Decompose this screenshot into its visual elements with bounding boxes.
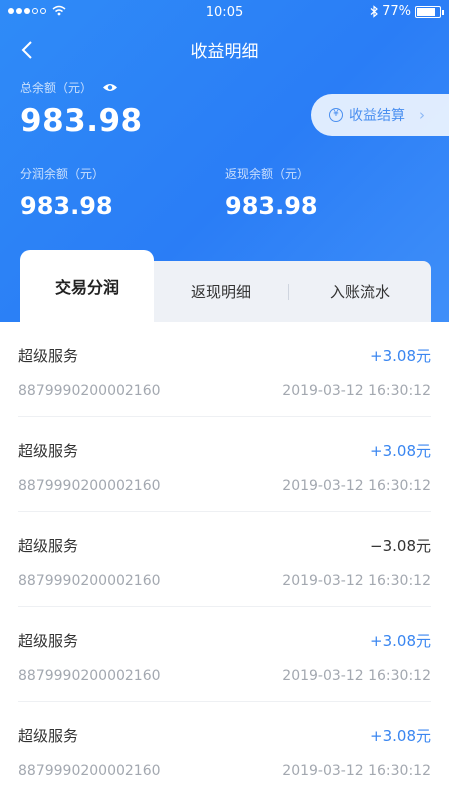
status-right: 77% — [370, 4, 444, 19]
tab-trade-share[interactable]: 交易分润 — [20, 250, 154, 322]
record-title: 超级服务 — [18, 537, 79, 555]
tab-income-flow[interactable]: 入账流水 — [289, 261, 431, 322]
total-balance-label: 总余额（元） — [20, 81, 93, 95]
list-item[interactable]: 超级服务 +3.08元 8879990200002160 2019-03-12 … — [18, 607, 431, 702]
page-title: 收益明细 — [190, 42, 259, 62]
record-amount: +3.08元 — [370, 632, 431, 650]
record-title: 超级服务 — [18, 442, 79, 460]
bluetooth-icon — [370, 5, 379, 18]
battery-icon — [415, 5, 444, 18]
list-item[interactable]: 超级服务 +3.08元 8879990200002160 2019-03-12 … — [18, 702, 431, 797]
record-amount: +3.08元 — [370, 442, 431, 460]
record-id: 8879990200002160 — [18, 668, 161, 684]
total-balance-amount: 983.98 — [20, 103, 143, 139]
settle-label: 收益结算 — [349, 108, 405, 124]
record-id: 8879990200002160 — [18, 478, 161, 494]
record-time: 2019-03-12 16:30:12 — [282, 383, 431, 399]
settle-button[interactable]: ¥ 收益结算 › — [311, 94, 449, 136]
record-title: 超级服务 — [18, 347, 79, 365]
record-id: 8879990200002160 — [18, 763, 161, 779]
record-time: 2019-03-12 16:30:12 — [282, 573, 431, 589]
list-item[interactable]: 超级服务 +3.08元 8879990200002160 2019-03-12 … — [18, 417, 431, 512]
record-amount: +3.08元 — [370, 727, 431, 745]
share-balance-label: 分润余额（元） — [20, 167, 105, 181]
tab-cashback-detail[interactable]: 返现明细 — [154, 261, 288, 322]
record-id: 8879990200002160 — [18, 573, 161, 589]
tab-bar: 交易分润 返现明细 入账流水 — [0, 248, 449, 322]
yen-circle-icon: ¥ — [329, 108, 343, 122]
chevron-right-icon: › — [419, 106, 425, 124]
eye-icon[interactable] — [102, 82, 118, 93]
nav-bar: 收益明细 — [0, 30, 449, 70]
record-list: 超级服务 +3.08元 8879990200002160 2019-03-12 … — [0, 322, 449, 797]
record-amount: +3.08元 — [370, 347, 431, 365]
cashback-balance-amount: 983.98 — [225, 192, 318, 220]
record-time: 2019-03-12 16:30:12 — [282, 763, 431, 779]
battery-percent: 77% — [382, 4, 411, 19]
header-panel: 10:05 77% 收益明细 总余额（元） 983.98 ¥ 收益结算 › 分润… — [0, 0, 449, 322]
record-id: 8879990200002160 — [18, 383, 161, 399]
share-balance-amount: 983.98 — [20, 192, 113, 220]
total-balance-label-row: 总余额（元） — [20, 79, 118, 96]
status-bar: 10:05 77% — [0, 0, 449, 28]
record-title: 超级服务 — [18, 727, 79, 745]
list-item[interactable]: 超级服务 −3.08元 8879990200002160 2019-03-12 … — [18, 512, 431, 607]
cashback-balance-label: 返现余额（元） — [225, 167, 310, 181]
record-time: 2019-03-12 16:30:12 — [282, 478, 431, 494]
list-item[interactable]: 超级服务 +3.08元 8879990200002160 2019-03-12 … — [18, 322, 431, 417]
record-amount: −3.08元 — [370, 537, 431, 555]
record-time: 2019-03-12 16:30:12 — [282, 668, 431, 684]
record-title: 超级服务 — [18, 632, 79, 650]
